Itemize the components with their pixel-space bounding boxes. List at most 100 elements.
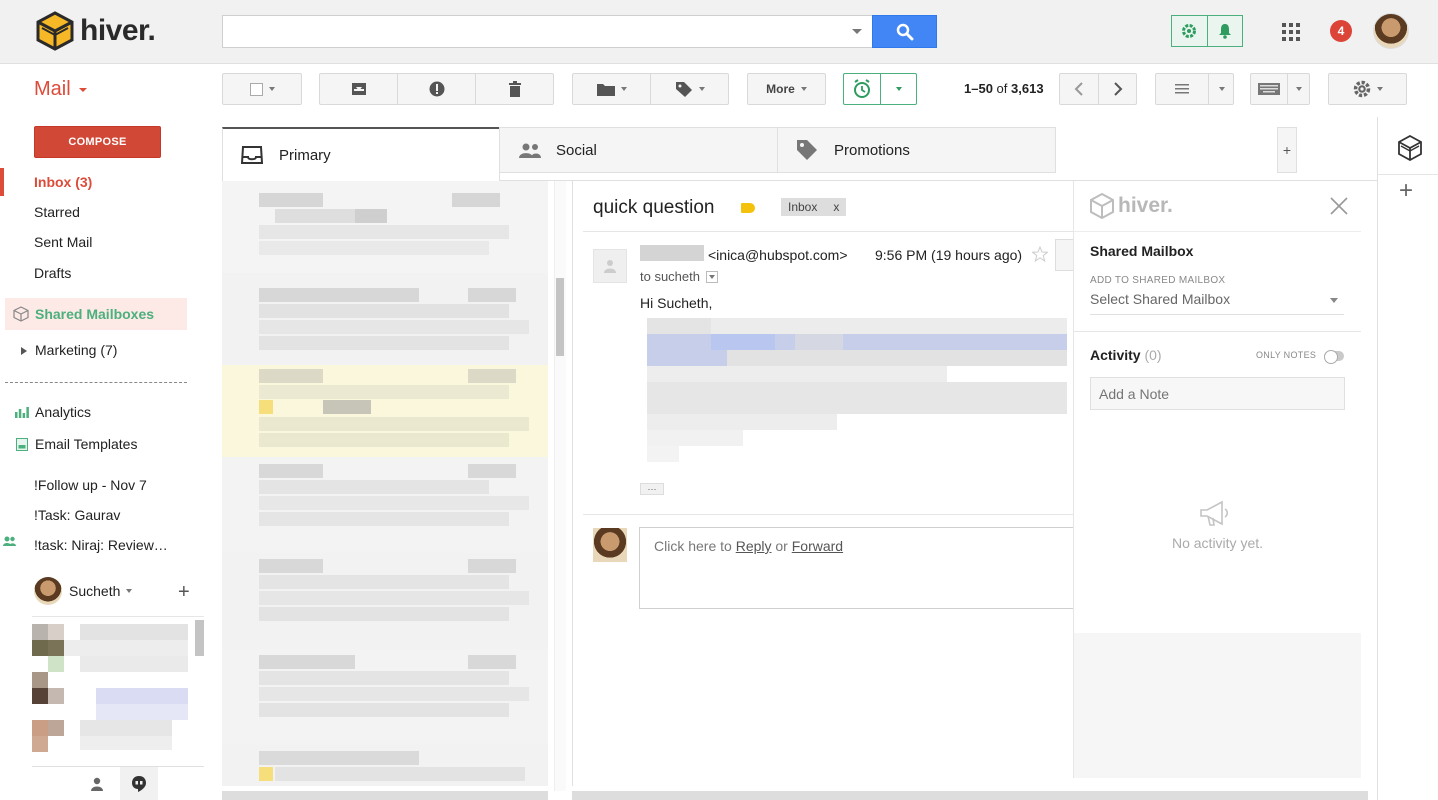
compose-button[interactable]: COMPOSE (34, 126, 161, 158)
category-tabs: Primary Social Promotions + (222, 127, 1377, 181)
sidebar-label-task-gaurav[interactable]: !Task: Gaurav (34, 507, 120, 523)
chevron-down-icon (126, 589, 133, 593)
message-subject: quick question (593, 197, 715, 218)
people-icon (519, 143, 541, 158)
top-header: hiver. 4 (0, 0, 1438, 64)
importance-marker-icon[interactable] (741, 203, 755, 213)
settings-button[interactable] (1328, 73, 1407, 105)
star-icon[interactable] (1032, 246, 1048, 262)
hiver-side-panel: hiver. Shared Mailbox ADD TO SHARED MAIL… (1073, 181, 1361, 778)
snooze-options-button[interactable] (881, 74, 917, 104)
sidebar-item-analytics[interactable]: Analytics (35, 404, 91, 420)
person-icon[interactable] (90, 777, 104, 791)
close-icon[interactable] (1330, 197, 1348, 215)
sidebar-label-followup[interactable]: !Follow up - Nov 7 (34, 477, 147, 493)
message-list-scrollbar[interactable] (554, 181, 566, 791)
label-chip-inbox: Inbox x (781, 198, 847, 216)
strip-divider (1378, 174, 1438, 175)
shared-mailbox-select[interactable]: Select Shared Mailbox (1090, 291, 1344, 315)
split-pane-button[interactable] (1156, 74, 1208, 104)
message-list-scroll-thumb[interactable] (556, 278, 564, 356)
tab-social[interactable]: Social (499, 127, 778, 173)
alarm-clock-icon (854, 79, 870, 98)
add-note-input[interactable] (1090, 377, 1345, 410)
split-pane-options[interactable] (1209, 74, 1235, 104)
move-to-button[interactable] (573, 74, 650, 104)
no-activity-text: No activity yet. (1171, 535, 1264, 551)
list-horizontal-scrollbar[interactable] (222, 791, 548, 800)
only-notes-toggle[interactable] (1324, 350, 1344, 364)
search-button[interactable] (872, 15, 937, 48)
add-contact-plus-icon[interactable]: + (178, 582, 190, 602)
expand-triangle-icon[interactable] (21, 347, 27, 355)
apps-grid-icon[interactable] (1282, 23, 1300, 41)
sidebar-item-email-templates[interactable]: Email Templates (35, 436, 137, 452)
hangouts-user[interactable]: Sucheth (34, 576, 133, 606)
reply-dropdown-button[interactable] (1055, 239, 1075, 271)
panel-divider (1074, 331, 1361, 332)
sidebar-divider (5, 382, 187, 383)
sidebar-label-task-niraj[interactable]: !task: Niraj: Review… (34, 537, 168, 553)
sidebar-item-drafts[interactable]: Drafts (34, 265, 71, 281)
hiver-logo[interactable]: hiver. (36, 10, 156, 52)
notification-count-badge[interactable]: 4 (1330, 20, 1352, 42)
search-options-caret-icon[interactable] (852, 29, 862, 34)
bell-icon (1218, 24, 1231, 39)
forward-link[interactable]: Forward (792, 538, 843, 554)
chevron-down-icon (268, 87, 275, 91)
list-lines-icon (1175, 84, 1189, 94)
hiver-notifications-button[interactable] (1206, 16, 1243, 46)
brand-name: hiver. (80, 14, 156, 47)
input-tools-options[interactable] (1288, 74, 1310, 104)
input-tools-button[interactable] (1251, 74, 1287, 104)
show-trimmed-content-button[interactable]: ··· (640, 483, 664, 495)
sidebar-item-sent[interactable]: Sent Mail (34, 234, 92, 250)
gear-icon (1182, 24, 1197, 38)
hiver-panel-logo: hiver. (1090, 193, 1173, 219)
report-spam-button[interactable] (398, 74, 475, 104)
hiver-settings-button[interactable] (1172, 16, 1207, 46)
sidebar-item-shared-mailboxes[interactable]: Shared Mailboxes (5, 298, 187, 330)
chevron-left-icon (1074, 82, 1083, 96)
hiver-cube-icon[interactable] (1398, 135, 1422, 161)
recipient-line[interactable]: to sucheth (640, 269, 718, 284)
reply-box[interactable]: Click here to Reply or Forward (639, 527, 1075, 609)
mail-switcher[interactable]: Mail (34, 78, 71, 101)
hangouts-tab[interactable] (120, 767, 158, 800)
hiver-cube-icon (36, 11, 74, 51)
newer-button[interactable] (1060, 74, 1098, 104)
mail-switcher-caret-icon[interactable] (79, 88, 87, 92)
add-addon-plus-icon[interactable]: + (1399, 177, 1413, 205)
sidebar-item-inbox[interactable]: Inbox (3) (34, 174, 92, 190)
sidebar-item-marketing[interactable]: Marketing (7) (35, 342, 117, 358)
search-input[interactable] (222, 15, 872, 48)
labels-button[interactable] (651, 74, 729, 104)
only-notes-label: ONLY NOTES (1256, 350, 1317, 360)
chevron-down-icon (1219, 87, 1225, 91)
select-checkbox-button[interactable] (222, 73, 302, 105)
remove-label-close-icon[interactable]: x (833, 200, 839, 214)
sidebar-item-starred[interactable]: Starred (34, 204, 80, 220)
hangouts-footer (32, 766, 204, 800)
pagination-label: 1–50 of 3,613 (964, 81, 1044, 96)
tab-primary[interactable]: Primary (222, 127, 500, 181)
folder-icon (596, 84, 615, 96)
more-label: More (766, 82, 795, 96)
add-tab-plus-icon[interactable]: + (1277, 127, 1297, 173)
reply-link[interactable]: Reply (736, 538, 772, 554)
account-avatar[interactable] (1373, 13, 1409, 49)
archive-button[interactable] (320, 74, 397, 104)
blurred-message-list (222, 181, 548, 786)
reading-horizontal-scrollbar[interactable] (572, 791, 1368, 800)
older-button[interactable] (1099, 74, 1137, 104)
snooze-button[interactable] (844, 74, 880, 104)
tab-promotions[interactable]: Promotions (777, 127, 1056, 173)
hangouts-quote-icon (132, 776, 146, 792)
hiver-toolbar-buttons (1171, 15, 1243, 47)
archive-icon (351, 83, 366, 95)
delete-button[interactable] (476, 74, 554, 104)
contact-scroll-thumb[interactable] (195, 620, 204, 656)
chevron-down-icon (1376, 87, 1383, 91)
keyboard-icon (1258, 83, 1280, 95)
more-button[interactable]: More (747, 73, 826, 105)
